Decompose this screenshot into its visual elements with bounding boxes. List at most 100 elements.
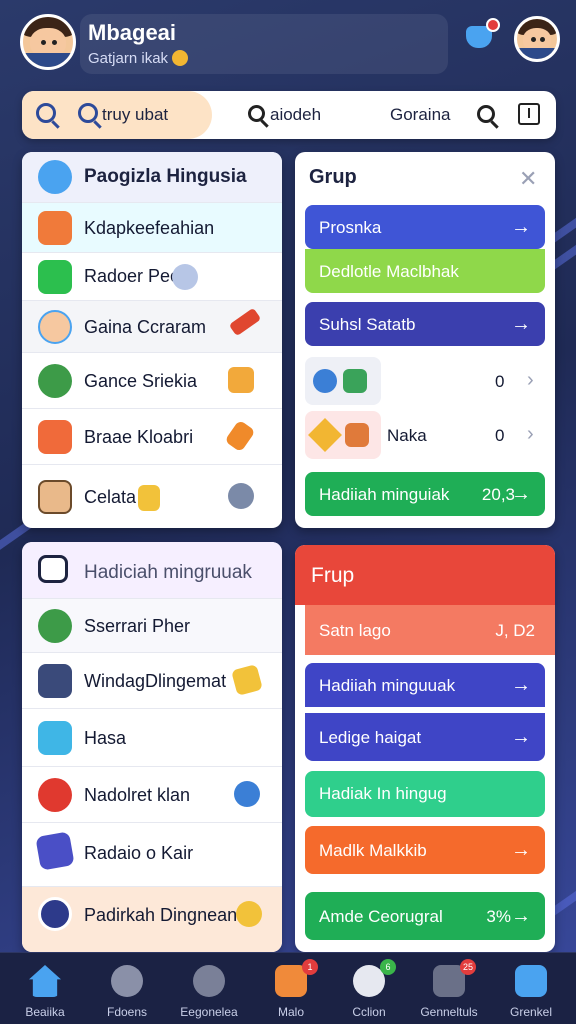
list-item[interactable]: Braae Kloabri — [22, 408, 282, 464]
gem-icon — [172, 264, 198, 290]
search-bar[interactable]: truy ubat aiodeh Goraina — [22, 91, 556, 139]
list-item-label: Radaio o Kair — [84, 843, 194, 863]
record-icon — [38, 897, 72, 931]
nav-label: Grenkel — [509, 1005, 553, 1019]
list-item[interactable]: Hasa — [22, 708, 282, 766]
list-item[interactable]: WindagDlingemat — [22, 652, 282, 708]
bookmark-icon[interactable] — [518, 103, 540, 125]
book-icon — [228, 367, 254, 393]
nav-profile[interactable]: Grenkel — [490, 953, 572, 1024]
list-item[interactable]: Sserrari Pher — [22, 598, 282, 652]
frup-button[interactable]: Madlk Malkkib → — [305, 826, 545, 874]
list-item-label: Radoer Peo — [84, 266, 181, 286]
search-icon — [248, 105, 265, 122]
console-icon — [38, 664, 72, 698]
search-icon[interactable] — [477, 105, 495, 123]
bird-icon — [236, 901, 262, 927]
search-right-text[interactable]: Goraina — [390, 105, 450, 125]
list-item[interactable]: Celata — [22, 464, 282, 528]
left-card: Paogizla Hingusia Kdapkeefeahian Radoer … — [22, 152, 282, 528]
nav-label: Genneltuls — [420, 1005, 478, 1019]
close-icon[interactable]: ✕ — [519, 166, 537, 192]
search-pill-text: truy ubat — [102, 105, 169, 124]
nav-label: Malo — [277, 1005, 304, 1019]
notification-icon[interactable] — [466, 18, 500, 48]
robot-icon — [193, 965, 225, 997]
nav-robot[interactable]: Eegonelea — [168, 953, 250, 1024]
chart-icon — [38, 260, 72, 294]
group-button[interactable]: Suhsl Satatb → — [305, 302, 545, 346]
list-item[interactable]: Gance Sriekia — [22, 352, 282, 408]
turtle-icon — [38, 609, 72, 643]
chevron-right-icon: › — [527, 423, 534, 445]
search-icon — [36, 103, 56, 123]
reward-button[interactable]: Hadiiah minguiak 20,3 → — [305, 472, 545, 516]
notification-dot — [486, 18, 500, 32]
user-subtitle: Gatjarn ikak — [88, 50, 189, 67]
frup-button[interactable]: Ledige haigat → — [305, 713, 545, 761]
frup-button-label: Amde Ceorugral — [319, 907, 443, 926]
frup-button-label: Ledige haigat — [319, 728, 422, 747]
group-button-label: Prosnka — [319, 218, 382, 237]
girl-avatar-icon — [38, 310, 72, 344]
sticker-icon — [305, 357, 381, 405]
group-button[interactable]: Dedlotle Maclbhak — [305, 249, 545, 293]
profile-avatar[interactable] — [514, 16, 560, 62]
arrow-right-icon: → — [511, 483, 531, 505]
nav-label: Beaiika — [25, 1005, 65, 1019]
nav-gift[interactable]: 1 Malo — [250, 953, 332, 1024]
list-item[interactable]: Kdapkeefeahian — [22, 202, 282, 252]
top-bar: Mbageai Gatjarn ikak — [0, 0, 576, 86]
list-item[interactable]: Padirkah Dingnean — [22, 886, 282, 952]
pencil-icon — [228, 307, 262, 337]
group-row-count: 0 — [495, 372, 505, 391]
nav-camera[interactable]: 25 Genneltuls — [408, 953, 490, 1024]
frup-button[interactable]: Hadiak In hingug — [305, 771, 545, 817]
user-name: Mbageai — [88, 20, 177, 45]
search-pill[interactable]: truy ubat — [22, 91, 212, 139]
bottom-nav: Beaiika Fdoens Eegonelea 1 Malo 6 Cclion… — [0, 952, 576, 1024]
home-icon — [29, 965, 61, 997]
arrow-right-icon: → — [511, 839, 531, 861]
user-panel[interactable]: Mbageai Gatjarn ikak — [80, 14, 448, 74]
list-item-label: Gaina Ccraram — [84, 317, 207, 337]
nav-badge: 25 — [460, 959, 476, 975]
nav-friends[interactable]: Fdoens — [86, 953, 168, 1024]
group-row-count: 0 — [495, 426, 505, 445]
nav-badge: 1 — [302, 959, 318, 975]
owl-icon — [228, 483, 254, 509]
group-row[interactable]: Naka 0 › — [305, 411, 545, 459]
list-item[interactable]: Gaina Ccraram — [22, 300, 282, 352]
list-item[interactable]: Radaio o Kair — [22, 822, 282, 878]
chat-icon — [38, 555, 68, 583]
frup-card: Frup Satn lago J, D2 Hadiiah minguuak → … — [295, 545, 555, 952]
nav-face[interactable]: 6 Cclion — [328, 953, 410, 1024]
fire-icon — [38, 211, 72, 245]
chevron-right-icon: › — [527, 369, 534, 391]
list-item-label: Nadolret klan — [84, 785, 191, 805]
profile-icon — [515, 965, 547, 997]
group-button-label: Dedlotle Maclbhak — [319, 262, 459, 281]
list-item[interactable]: Radoer Peo — [22, 252, 282, 300]
list-item-label: Braae Kloabri — [84, 427, 194, 447]
search-middle-text[interactable]: aiodeh — [270, 105, 321, 125]
left-card-title: Paogizla Hingusia — [84, 166, 247, 187]
group-row[interactable]: 0 › — [305, 357, 545, 405]
chat-icon — [111, 965, 143, 997]
frup-button[interactable]: Amde Ceorugral 3% → — [305, 892, 545, 940]
list-item-label: Padirkah Dingnean — [84, 905, 238, 925]
frup-button-label: Hadiak In hingug — [319, 784, 447, 803]
girl-avatar-icon — [38, 160, 72, 194]
robot-icon — [38, 420, 72, 454]
frup-button[interactable]: Hadiiah minguuak → — [305, 663, 545, 707]
group-button-label: Suhsl Satatb — [319, 315, 416, 334]
list-item[interactable]: Nadolret klan — [22, 766, 282, 822]
group-button[interactable]: Prosnka → — [305, 205, 545, 249]
nav-home[interactable]: Beaiika — [4, 953, 86, 1024]
user-avatar[interactable] — [20, 14, 76, 70]
lower-left-card-title: Hadiciah mingruuak — [84, 562, 252, 583]
frup-banner[interactable]: Satn lago J, D2 — [305, 605, 555, 655]
frup-button-label: Madlk Malkkib — [319, 841, 427, 860]
nav-label: Eegonelea — [180, 1005, 238, 1019]
frup-banner-value: J, D2 — [495, 621, 535, 640]
